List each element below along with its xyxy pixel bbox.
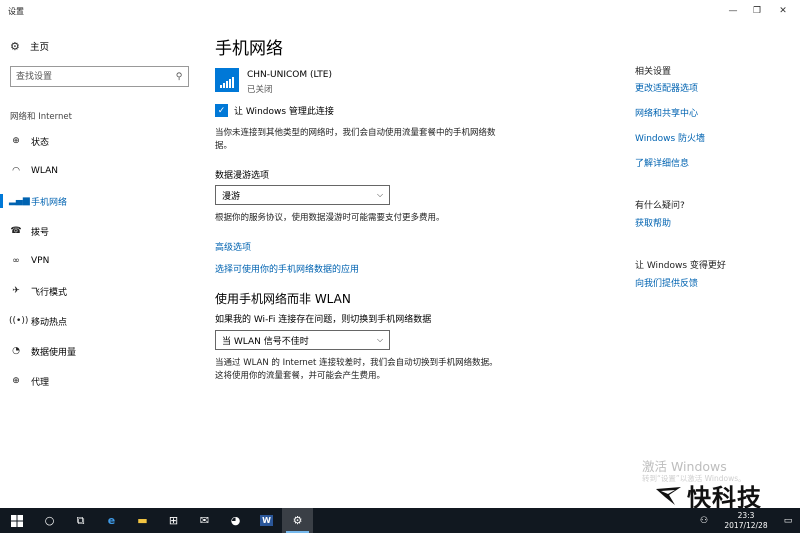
start-button[interactable]: [0, 508, 34, 533]
cellular-icon: ▂▄▆: [9, 196, 30, 206]
nav-list: ⊕ 状态 ◠ WLAN ▂▄▆ 手机网络 ☎ 拨号 ∞ VPN ✈ 飞行模式 (…: [0, 126, 196, 396]
sidebar-item-proxy[interactable]: ⊕ 代理: [0, 366, 196, 396]
page-title: 手机网络: [215, 39, 283, 59]
system-tray: ⚇ 23:3 2017/12/28 ▭: [692, 508, 800, 533]
section-heading: 网络和 Internet: [10, 112, 72, 122]
windows-logo-icon: [11, 514, 23, 527]
task-view-icon: ⧉: [76, 513, 85, 527]
chevron-down-icon: ⌵: [376, 335, 384, 344]
adapter-options-link[interactable]: 更改适配器选项: [635, 81, 698, 94]
clock-time: 23:3: [737, 510, 755, 520]
manage-connection-checkbox[interactable]: ✓: [215, 104, 228, 117]
people-button[interactable]: ⚇: [692, 508, 716, 533]
app-icon: ◕: [230, 514, 241, 527]
hotspot-icon: ((•)): [9, 316, 29, 326]
gear-icon: ⚙: [292, 514, 303, 527]
file-explorer-button[interactable]: ▬: [127, 508, 158, 533]
network-name: CHN-UNICOM (LTE): [247, 70, 332, 80]
sidebar-item-cellular[interactable]: ▂▄▆ 手机网络: [0, 186, 196, 216]
search-box[interactable]: ⚲: [10, 66, 189, 87]
question-heading: 有什么疑问?: [635, 201, 685, 211]
edge-icon: e: [107, 514, 116, 527]
dialup-icon: ☎: [10, 226, 22, 236]
search-icon[interactable]: ⚲: [170, 72, 188, 82]
sidebar-item-status[interactable]: ⊕ 状态: [0, 126, 196, 156]
cellular-network-icon: [215, 68, 239, 92]
clock-date: 2017/12/28: [724, 520, 768, 530]
folder-icon: ▬: [137, 514, 148, 527]
sidebar-item-dialup[interactable]: ☎ 拨号: [0, 216, 196, 246]
vpn-icon: ∞: [12, 256, 20, 266]
search-input[interactable]: [11, 67, 170, 86]
store-button[interactable]: ⊞: [158, 508, 189, 533]
data-usage-icon: ◔: [12, 346, 20, 356]
word-icon: W: [260, 515, 273, 526]
notification-icon: ▭: [783, 515, 793, 526]
firewall-link[interactable]: Windows 防火墙: [635, 131, 705, 144]
taskbar: ○ ⧉ e ▬ ⊞ ✉ ◕ W ⚙ ⚇ 23:3 2017/12/28 ▭: [0, 508, 800, 533]
wlan-switch-label: 如果我的 Wi-Fi 连接存在问题，则切换到手机网络数据: [215, 315, 432, 325]
advanced-options-link[interactable]: 高级选项: [215, 240, 251, 253]
word-button[interactable]: W: [251, 508, 282, 533]
roaming-dropdown[interactable]: 漫游 ⌵: [215, 185, 390, 205]
related-settings-heading: 相关设置: [635, 67, 672, 77]
cortana-icon: ○: [44, 514, 55, 527]
sidebar: ⚙ 主页 ⚲ 网络和 Internet ⊕ 状态 ◠ WLAN ▂▄▆ 手机网络…: [0, 22, 196, 508]
feedback-link[interactable]: 向我们提供反馈: [635, 276, 698, 289]
title-bar: 设置 — ❐ ✕: [0, 0, 800, 22]
sidebar-item-airplane[interactable]: ✈ 飞行模式: [0, 276, 196, 306]
manage-connection-label: 让 Windows 管理此连接: [234, 107, 334, 117]
settings-taskbar-button[interactable]: ⚙: [282, 508, 313, 533]
mail-icon: ✉: [199, 514, 210, 527]
app-button[interactable]: ◕: [220, 508, 251, 533]
choose-apps-link[interactable]: 选择可使用你的手机网络数据的应用: [215, 262, 359, 275]
gear-icon: ⚙: [10, 39, 20, 53]
people-icon: ⚇: [699, 515, 709, 526]
manage-connection-checkbox-row[interactable]: ✓ 让 Windows 管理此连接: [215, 104, 334, 117]
clock[interactable]: 23:3 2017/12/28: [716, 511, 776, 531]
window-title: 设置: [8, 7, 24, 16]
bird-logo-icon: [656, 486, 681, 505]
store-icon: ⊞: [168, 514, 179, 527]
checkmark-icon: ✓: [217, 105, 226, 116]
wifi-icon: ◠: [12, 166, 20, 176]
sidebar-item-data-usage[interactable]: ◔ 数据使用量: [0, 336, 196, 366]
search-cortana-button[interactable]: ○: [34, 508, 65, 533]
wlan-switch-description: 当通过 WLAN 的 Internet 连接较差时，我们会自动切换到手机网络数据…: [215, 358, 498, 381]
chevron-down-icon: ⌵: [376, 190, 384, 199]
edge-button[interactable]: e: [96, 508, 127, 533]
globe-icon: ⊕: [12, 376, 20, 386]
roaming-description: 根据你的服务协议，使用数据漫游时可能需要支付更多费用。: [215, 213, 445, 223]
improve-heading: 让 Windows 变得更好: [635, 261, 726, 271]
close-button[interactable]: ✕: [766, 0, 800, 22]
get-help-link[interactable]: 获取帮助: [635, 216, 671, 229]
home-link[interactable]: ⚙ 主页: [10, 39, 49, 54]
sidebar-item-hotspot[interactable]: ((•)) 移动热点: [0, 306, 196, 336]
status-icon: ⊕: [12, 136, 20, 146]
learn-more-link[interactable]: 了解详细信息: [635, 156, 689, 169]
sidebar-item-vpn[interactable]: ∞ VPN: [0, 246, 196, 276]
manage-connection-description: 当你未连接到其他类型的网络时，我们会自动使用流量套餐中的手机网络数据。: [215, 128, 496, 151]
wlan-switch-dropdown[interactable]: 当 WLAN 信号不佳时 ⌵: [215, 330, 390, 350]
sharing-center-link[interactable]: 网络和共享中心: [635, 106, 698, 119]
airplane-icon: ✈: [12, 286, 20, 296]
mail-button[interactable]: ✉: [189, 508, 220, 533]
network-status: 已关闭: [247, 85, 273, 95]
task-view-button[interactable]: ⧉: [65, 508, 96, 533]
sidebar-item-wlan[interactable]: ◠ WLAN: [0, 156, 196, 186]
action-center-button[interactable]: ▭: [776, 508, 800, 533]
wlan-section-title: 使用手机网络而非 WLAN: [215, 292, 351, 306]
roaming-label: 数据漫游选项: [215, 171, 270, 181]
